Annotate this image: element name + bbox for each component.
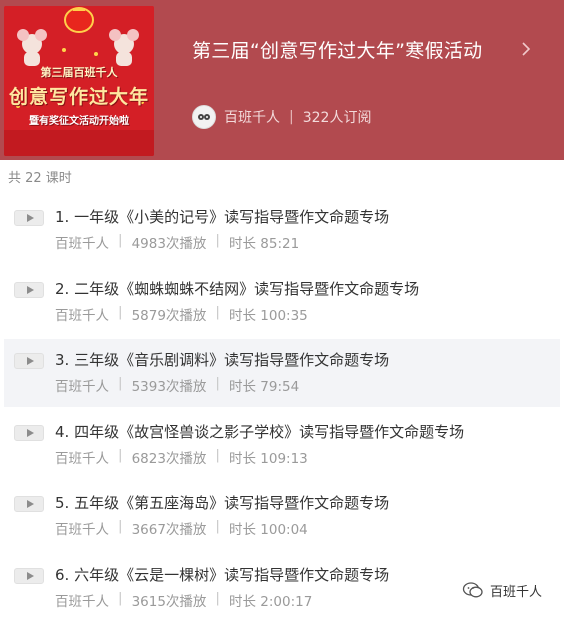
avatar[interactable]: [192, 105, 216, 129]
lesson-title[interactable]: 3. 三年级《音乐剧调料》读写指导暨作文命题专场: [55, 349, 389, 370]
lesson-meta: 百班千人 | 6823次播放 | 时长 109:13: [55, 447, 308, 467]
meta-divider: |: [215, 375, 220, 391]
play-icon[interactable]: [14, 282, 44, 298]
lesson-item-2[interactable]: 2. 二年级《蜘蛛蜘蛛不结网》读写指导暨作文命题专场 百班千人 | 5879次播放…: [4, 268, 560, 336]
lesson-meta: 百班千人 | 5393次播放 | 时长 79:54: [55, 375, 299, 395]
lesson-author: 百班千人: [55, 594, 109, 610]
lesson-author: 百班千人: [55, 379, 109, 395]
lesson-item-4[interactable]: 4. 四年级《故宫怪兽谈之影子学校》读写指导暨作文命题专场 百班千人 | 6823…: [4, 411, 560, 479]
lesson-count: 共 22 课时: [8, 171, 72, 186]
course-author[interactable]: 百班千人: [224, 107, 280, 127]
lesson-duration: 时长 100:04: [228, 522, 308, 538]
chevron-right-icon[interactable]: [516, 39, 536, 59]
course-header[interactable]: 第三届百班千人 创意写作过大年 暨有奖征文活动开始啦 第三届“创意写作过大年”寒…: [0, 0, 564, 160]
meta-divider: |: [289, 109, 294, 125]
lesson-author: 百班千人: [55, 451, 109, 467]
lesson-plays: 3667次播放: [131, 522, 207, 538]
watermark-text: 百班千人: [490, 584, 543, 600]
lesson-plays: 6823次播放: [131, 451, 207, 467]
meta-divider: |: [215, 304, 220, 320]
lesson-meta: 百班千人 | 5879次播放 | 时长 100:35: [55, 304, 308, 324]
lesson-item-1[interactable]: 1. 一年级《小美的记号》读写指导暨作文命题专场 百班千人 | 4983次播放 | …: [4, 196, 560, 264]
wechat-icon: [462, 582, 483, 598]
meta-divider: |: [118, 518, 123, 534]
lesson-plays: 5879次播放: [131, 308, 207, 324]
cover-caption-main: 创意写作过大年: [8, 86, 149, 108]
lesson-duration: 时长 79:54: [228, 379, 300, 395]
lesson-duration: 时长 2:00:17: [228, 594, 313, 610]
meta-divider: |: [215, 518, 220, 534]
play-icon[interactable]: [14, 353, 44, 369]
meta-divider: |: [118, 447, 123, 463]
lesson-title[interactable]: 4. 四年级《故宫怪兽谈之影子学校》读写指导暨作文命题专场: [55, 421, 464, 442]
meta-divider: |: [215, 232, 220, 248]
meta-divider: |: [118, 232, 123, 248]
lesson-meta: 百班千人 | 4983次播放 | 时长 85:21: [55, 232, 299, 252]
course-cover-image: 第三届百班千人 创意写作过大年 暨有奖征文活动开始啦: [4, 6, 154, 156]
lesson-title[interactable]: 1. 一年级《小美的记号》读写指导暨作文命题专场: [55, 206, 389, 227]
lesson-item-5[interactable]: 5. 五年级《第五座海岛》读写指导暨作文命题专场 百班千人 | 3667次播放 | …: [4, 482, 560, 550]
lesson-duration: 时长 109:13: [228, 451, 308, 467]
lesson-meta: 百班千人 | 3615次播放 | 时长 2:00:17: [55, 590, 312, 610]
meta-divider: |: [118, 304, 123, 320]
lesson-item-3[interactable]: 3. 三年级《音乐剧调料》读写指导暨作文命题专场 百班千人 | 5393次播放 | …: [4, 339, 560, 407]
lesson-plays: 3615次播放: [131, 594, 207, 610]
lesson-duration: 时长 100:35: [228, 308, 308, 324]
play-icon[interactable]: [14, 425, 44, 441]
lesson-title[interactable]: 5. 五年级《第五座海岛》读写指导暨作文命题专场: [55, 492, 389, 513]
play-icon[interactable]: [14, 496, 44, 512]
course-title[interactable]: 第三届“创意写作过大年”寒假活动: [192, 36, 483, 63]
lesson-author: 百班千人: [55, 236, 109, 252]
lesson-title[interactable]: 6. 六年级《云是一棵树》读写指导暨作文命题专场: [55, 564, 389, 585]
meta-divider: |: [215, 447, 220, 463]
meta-divider: |: [215, 590, 220, 606]
lesson-author: 百班千人: [55, 522, 109, 538]
meta-divider: |: [118, 375, 123, 391]
lesson-author: 百班千人: [55, 308, 109, 324]
lesson-plays: 5393次播放: [131, 379, 207, 395]
cover-caption-bottom: 暨有奖征文活动开始啦: [29, 116, 129, 127]
cover-caption-top: 第三届百班千人: [40, 66, 118, 79]
lesson-meta: 百班千人 | 3667次播放 | 时长 100:04: [55, 518, 308, 538]
watermark: 百班千人: [462, 578, 542, 602]
lesson-duration: 时长 85:21: [228, 236, 300, 252]
subscriber-count: 322人订阅: [302, 110, 372, 126]
cover-illustration: [4, 6, 154, 156]
play-icon[interactable]: [14, 210, 44, 226]
lesson-title[interactable]: 2. 二年级《蜘蛛蜘蛛不结网》读写指导暨作文命题专场: [55, 278, 419, 299]
lesson-plays: 4983次播放: [131, 236, 207, 252]
author-avatar-icon: [198, 114, 210, 120]
course-meta: 百班千人 | 322人订阅: [192, 105, 371, 129]
meta-divider: |: [118, 590, 123, 606]
play-icon[interactable]: [14, 568, 44, 584]
